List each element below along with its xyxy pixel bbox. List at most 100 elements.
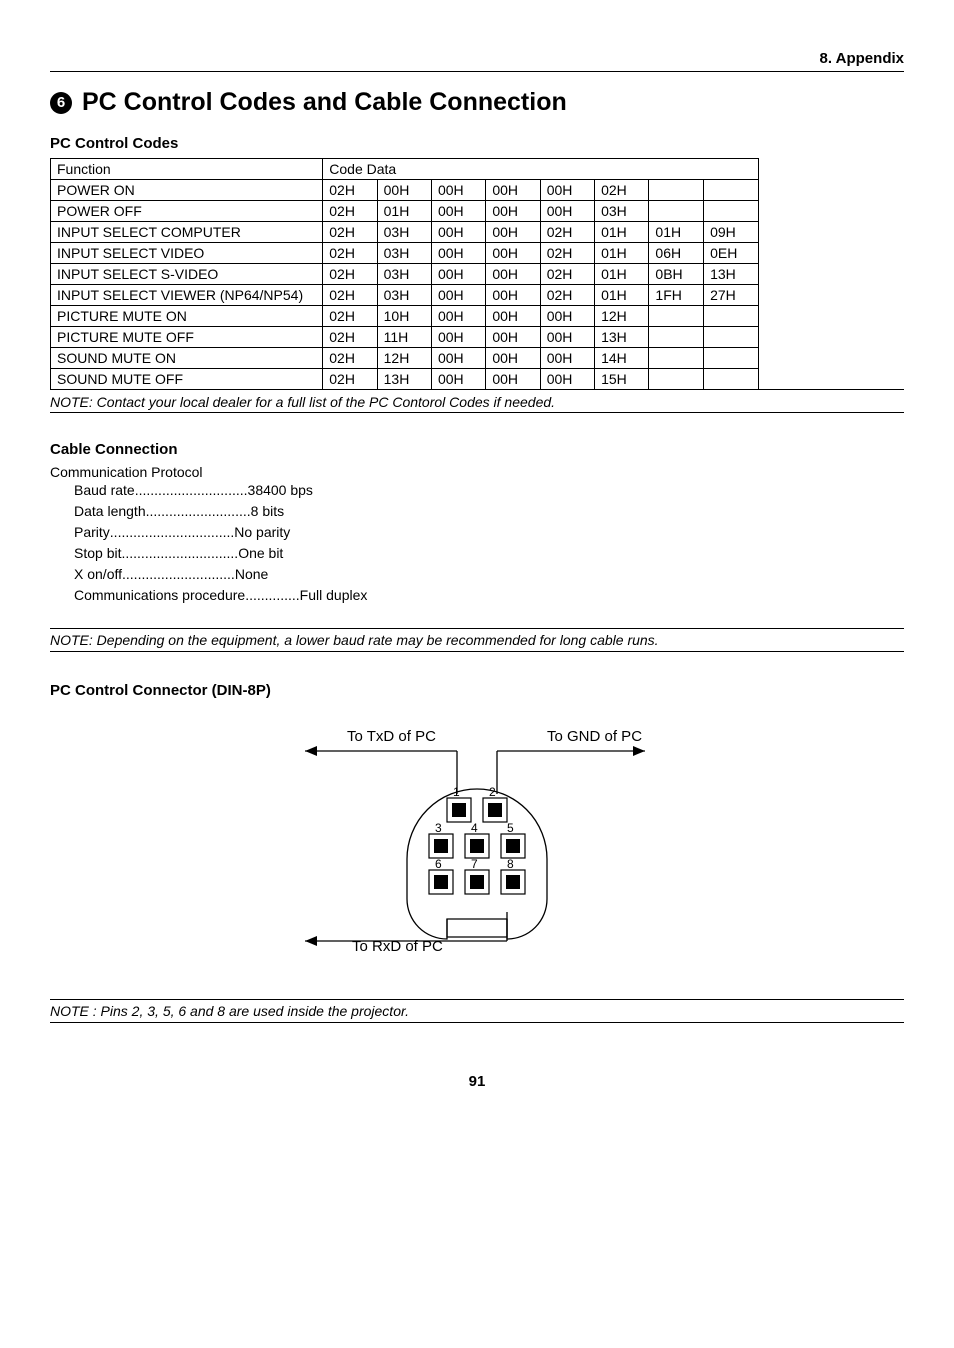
protocol-label: Baud rate	[74, 480, 135, 501]
pin-label-4: 4	[471, 821, 478, 835]
code-cell	[704, 306, 759, 327]
protocol-row: Baud rate.............................38…	[74, 480, 390, 501]
code-cell: 03H	[377, 285, 431, 306]
code-cell: 02H	[323, 264, 377, 285]
note-rule	[50, 412, 904, 413]
function-cell: POWER OFF	[51, 201, 323, 222]
code-cell: 00H	[486, 369, 540, 390]
code-cell: 00H	[486, 201, 540, 222]
code-cell	[649, 327, 704, 348]
connector-heading: PC Control Connector (DIN-8P)	[50, 682, 904, 699]
code-cell: 13H	[377, 369, 431, 390]
protocol-label: Parity	[74, 522, 110, 543]
code-cell: 02H	[323, 285, 377, 306]
function-cell: INPUT SELECT VIEWER (NP64/NP54)	[51, 285, 323, 306]
code-cell: 00H	[486, 264, 540, 285]
code-cell: 02H	[540, 222, 594, 243]
code-cell: 00H	[486, 348, 540, 369]
code-cell: 13H	[704, 264, 759, 285]
code-cell: 03H	[377, 222, 431, 243]
code-cell: 00H	[540, 369, 594, 390]
code-cell: 02H	[323, 348, 377, 369]
section-title: 6 PC Control Codes and Cable Connection	[50, 88, 904, 117]
codes-table: Function Code Data POWER ON02H00H00H00H0…	[50, 158, 759, 390]
code-cell	[704, 201, 759, 222]
protocol-value: Full duplex	[300, 585, 368, 606]
table-row: SOUND MUTE ON02H12H00H00H00H14H	[51, 348, 759, 369]
code-cell	[649, 369, 704, 390]
code-cell: 00H	[431, 285, 485, 306]
code-cell: 1FH	[649, 285, 704, 306]
code-cell: 00H	[431, 243, 485, 264]
code-cell: 00H	[486, 285, 540, 306]
code-cell: 00H	[486, 222, 540, 243]
code-cell: 00H	[431, 306, 485, 327]
section-number-badge: 6	[50, 92, 72, 114]
protocol-row: Stop bit..............................On…	[74, 543, 390, 564]
code-cell: 03H	[377, 264, 431, 285]
code-cell	[704, 180, 759, 201]
function-cell: INPUT SELECT VIDEO	[51, 243, 323, 264]
protocol-value: 38400 bps	[248, 480, 313, 501]
code-cell: 02H	[540, 243, 594, 264]
protocol-row: X on/off .............................No…	[74, 564, 390, 585]
code-cell: 01H	[595, 243, 649, 264]
pin-label-5: 5	[507, 821, 514, 835]
function-cell: PICTURE MUTE ON	[51, 306, 323, 327]
code-cell: 13H	[595, 327, 649, 348]
title-text: PC Control Codes and Cable Connection	[82, 88, 567, 117]
code-cell: 02H	[540, 285, 594, 306]
code-cell: 00H	[431, 348, 485, 369]
code-cell: 03H	[595, 201, 649, 222]
pc-control-codes-heading: PC Control Codes	[50, 135, 904, 152]
protocol-row: Data length...........................8 …	[74, 501, 390, 522]
code-cell	[649, 306, 704, 327]
header-function: Function	[51, 159, 323, 180]
code-cell: 01H	[595, 264, 649, 285]
protocol-label: Communications procedure	[74, 585, 245, 606]
protocol-value: One bit	[238, 543, 283, 564]
code-cell: 00H	[540, 201, 594, 222]
code-cell: 00H	[486, 306, 540, 327]
code-cell: 00H	[431, 222, 485, 243]
table-rule	[50, 389, 904, 390]
code-cell: 06H	[649, 243, 704, 264]
protocol-dots: ..............................	[121, 543, 238, 564]
table-row: SOUND MUTE OFF02H13H00H00H00H15H	[51, 369, 759, 390]
pin-label-3: 3	[435, 821, 442, 835]
code-cell: 01H	[595, 222, 649, 243]
pin-label-8: 8	[507, 857, 514, 871]
code-cell: 00H	[486, 243, 540, 264]
code-cell: 02H	[323, 180, 377, 201]
code-cell: 09H	[704, 222, 759, 243]
protocol-dots: ...........................	[146, 501, 251, 522]
code-cell: 00H	[540, 348, 594, 369]
code-cell: 02H	[540, 264, 594, 285]
pin-label-7: 7	[471, 857, 478, 871]
code-cell: 02H	[323, 306, 377, 327]
code-cell: 12H	[595, 306, 649, 327]
code-cell	[704, 348, 759, 369]
codes-note: NOTE: Contact your local dealer for a fu…	[50, 394, 904, 413]
code-cell: 14H	[595, 348, 649, 369]
code-cell: 00H	[431, 264, 485, 285]
code-cell: 02H	[323, 201, 377, 222]
code-cell: 12H	[377, 348, 431, 369]
code-cell: 10H	[377, 306, 431, 327]
protocol-subheading: Communication Protocol	[50, 464, 904, 480]
code-cell	[704, 369, 759, 390]
code-cell: 00H	[486, 180, 540, 201]
code-cell: 15H	[595, 369, 649, 390]
code-cell: 0EH	[704, 243, 759, 264]
function-cell: INPUT SELECT COMPUTER	[51, 222, 323, 243]
code-cell	[649, 180, 704, 201]
code-cell: 01H	[595, 285, 649, 306]
header-code-data: Code Data	[323, 159, 759, 180]
code-cell: 11H	[377, 327, 431, 348]
protocol-dots: ................................	[110, 522, 234, 543]
table-row: INPUT SELECT VIEWER (NP64/NP54)02H03H00H…	[51, 285, 759, 306]
protocol-value: No parity	[234, 522, 290, 543]
table-row: INPUT SELECT COMPUTER02H03H00H00H02H01H0…	[51, 222, 759, 243]
pin-label-1: 1	[453, 785, 460, 799]
protocol-label: X on/off	[74, 564, 122, 585]
